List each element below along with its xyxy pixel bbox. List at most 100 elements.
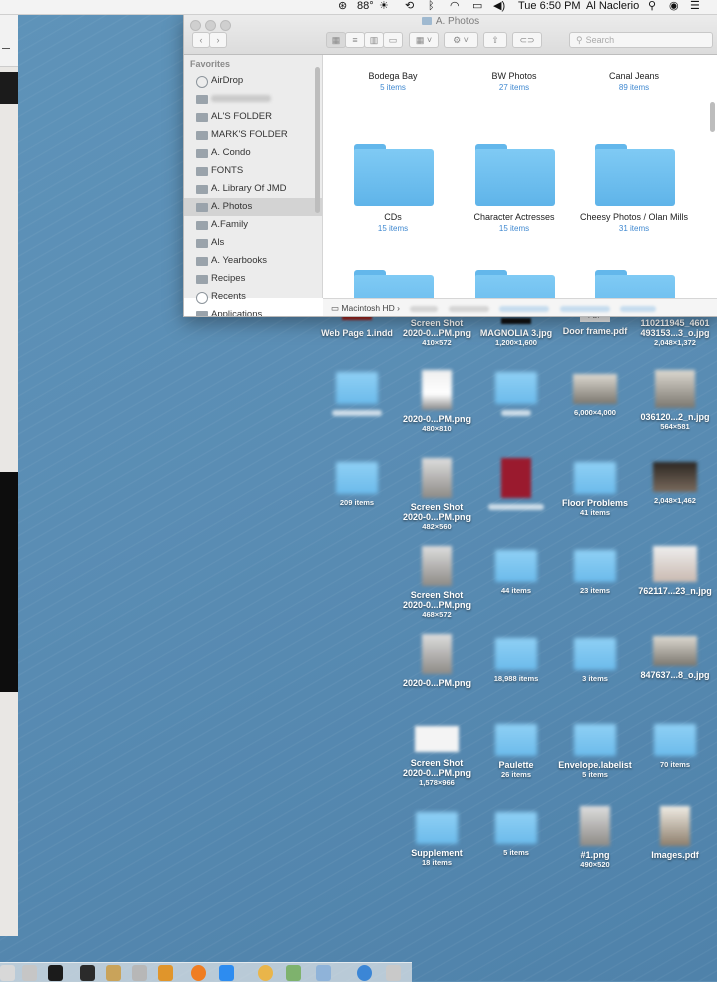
folder-icon[interactable] bbox=[595, 270, 675, 298]
desktop-folder[interactable] bbox=[477, 372, 555, 418]
content-scrollbar[interactable] bbox=[710, 102, 715, 132]
sidebar-item-a-library-of-jmd[interactable]: A. Library Of JMD bbox=[184, 180, 322, 198]
sidebar-scrollbar[interactable] bbox=[315, 67, 320, 213]
desktop-file[interactable]: 2020-0...PM.png bbox=[398, 634, 476, 688]
tags-button[interactable]: ⊂⊃ bbox=[512, 32, 542, 48]
adobe-cc-icon[interactable]: ⊛ bbox=[338, 0, 347, 13]
sidebar-item-a-family[interactable]: A.Family bbox=[184, 216, 322, 234]
folder-icon[interactable] bbox=[475, 144, 555, 206]
folder-icon[interactable] bbox=[354, 144, 434, 206]
sidebar-item-airdrop[interactable]: AirDrop bbox=[184, 72, 322, 90]
terminal-icon[interactable] bbox=[80, 965, 95, 981]
action-gear-button[interactable]: ⚙ ˅ bbox=[444, 32, 478, 48]
desktop-file[interactable]: 2,048×1,462 bbox=[636, 462, 714, 506]
sidebar-item-a-photos[interactable]: A. Photos bbox=[184, 198, 322, 216]
desktop-file[interactable]: Images.pdf bbox=[636, 806, 714, 860]
icon-view-button[interactable]: ▦ bbox=[326, 32, 346, 48]
volume-icon[interactable]: ◀) bbox=[493, 0, 505, 13]
trash-icon[interactable] bbox=[386, 965, 401, 981]
background-window[interactable] bbox=[0, 14, 18, 936]
airplay-icon[interactable]: ▭ bbox=[472, 0, 482, 13]
safari-icon[interactable] bbox=[357, 965, 372, 981]
list-view-button[interactable]: ≡ bbox=[345, 32, 365, 48]
desktop-file[interactable]: 6,000×4,000 bbox=[556, 374, 634, 418]
folder-icon[interactable] bbox=[595, 144, 675, 206]
desktop-folder[interactable]: Supplement 18 items bbox=[398, 812, 476, 868]
zoom-icon[interactable] bbox=[219, 965, 234, 981]
finder-icon[interactable] bbox=[0, 965, 15, 981]
desktop-folder[interactable]: 23 items bbox=[556, 550, 634, 596]
folder-icon[interactable] bbox=[354, 270, 434, 298]
desktop-file[interactable]: Screen Shot 2020-0...PM.png 1,578×966 bbox=[398, 726, 476, 788]
sidebar-item-fonts[interactable]: FONTS bbox=[184, 162, 322, 180]
desktop-folder[interactable]: 18,988 items bbox=[477, 638, 555, 684]
sidebar-item-marks-folder[interactable]: MARK'S FOLDER bbox=[184, 126, 322, 144]
folder-item[interactable]: CDs 15 items bbox=[333, 212, 453, 234]
search-field[interactable]: ⚲ Search bbox=[569, 32, 713, 48]
path-segment[interactable] bbox=[410, 305, 439, 312]
forward-button[interactable]: › bbox=[209, 32, 227, 48]
desktop-file[interactable] bbox=[477, 458, 555, 512]
app-icon[interactable] bbox=[132, 965, 147, 981]
share-button[interactable]: ⇧ bbox=[483, 32, 507, 48]
folder-item[interactable]: BW Photos 27 items bbox=[454, 71, 574, 93]
sidebar-item-applications[interactable]: Applications bbox=[184, 306, 322, 316]
gallery-view-button[interactable]: ▭ bbox=[383, 32, 403, 48]
desktop-folder[interactable]: 44 items bbox=[477, 550, 555, 596]
path-segment[interactable] bbox=[559, 305, 610, 312]
app-icon[interactable] bbox=[191, 965, 206, 981]
desktop-folder[interactable]: 5 items bbox=[477, 812, 555, 858]
app-icon[interactable] bbox=[106, 965, 121, 981]
weather-icon[interactable]: ☀ bbox=[379, 0, 389, 13]
column-view-button[interactable]: ▥ bbox=[364, 32, 384, 48]
desktop-file[interactable]: Screen Shot 2020-0...PM.png 482×560 bbox=[398, 458, 476, 532]
path-segment[interactable] bbox=[619, 305, 656, 312]
launchpad-icon[interactable] bbox=[22, 965, 37, 981]
desktop-file[interactable]: 762117...23_n.jpg bbox=[636, 546, 714, 596]
folder-item[interactable]: Character Actresses 15 items bbox=[454, 212, 574, 234]
folder-item[interactable]: Bodega Bay 5 items bbox=[333, 71, 453, 93]
sidebar-item-home[interactable] bbox=[184, 90, 322, 108]
sidebar-item-a-yearbooks[interactable]: A. Yearbooks bbox=[184, 252, 322, 270]
menu-list-icon[interactable]: ☰ bbox=[690, 0, 700, 13]
app-icon[interactable] bbox=[286, 965, 301, 981]
siri-icon[interactable]: ◉ bbox=[669, 0, 679, 13]
desktop-file[interactable]: Screen Shot 2020-0...PM.png 410×572 bbox=[398, 318, 476, 348]
desktop-file[interactable]: 2020-0...PM.png 480×810 bbox=[398, 370, 476, 434]
user-name[interactable]: Al Naclerio bbox=[586, 0, 639, 13]
desktop-file[interactable]: 110211945_4601 493153...3_o.jpg 2,048×1,… bbox=[636, 318, 714, 348]
time-machine-icon[interactable]: ⟲ bbox=[405, 0, 414, 13]
desktop-file[interactable]: 036120...2_n.jpg 564×581 bbox=[636, 370, 714, 432]
sidebar-item-recipes[interactable]: Recipes bbox=[184, 270, 322, 288]
clock-text[interactable]: Tue 6:50 PM bbox=[518, 0, 581, 13]
desktop-folder[interactable]: Paulette 26 items bbox=[477, 724, 555, 780]
back-button[interactable]: ‹ bbox=[192, 32, 210, 48]
desktop-file[interactable]: #1.png 490×520 bbox=[556, 806, 634, 870]
temperature-text[interactable]: 88° bbox=[357, 0, 374, 13]
bluetooth-icon[interactable]: ᛒ bbox=[428, 0, 435, 13]
desktop-file[interactable]: 847637...8_o.jpg bbox=[636, 636, 714, 680]
folder-item[interactable]: Canal Jeans 89 items bbox=[574, 71, 694, 93]
path-segment[interactable] bbox=[499, 305, 550, 312]
desktop-folder[interactable]: 209 items bbox=[318, 462, 396, 508]
desktop-folder[interactable]: Floor Problems 41 items bbox=[556, 462, 634, 518]
desktop-folder[interactable]: 3 items bbox=[556, 638, 634, 684]
desktop-file[interactable]: MAGNOLIA 3.jpg 1,200×1,600 bbox=[477, 318, 555, 348]
path-root[interactable]: Macintosh HD bbox=[341, 303, 394, 313]
folder-icon[interactable] bbox=[475, 270, 555, 298]
path-segment[interactable] bbox=[448, 305, 489, 312]
desktop-file[interactable]: Screen Shot 2020-0...PM.png 468×572 bbox=[398, 546, 476, 620]
sidebar-item-recents[interactable]: Recents bbox=[184, 288, 322, 306]
group-button[interactable]: ▦ ˅ bbox=[409, 32, 439, 48]
wifi-icon[interactable]: ◠ bbox=[450, 0, 460, 13]
folder-item[interactable]: Cheesy Photos / Olan Mills 31 items bbox=[574, 212, 694, 234]
desktop-folder[interactable]: 70 items bbox=[636, 724, 714, 770]
sidebar-item-als[interactable]: Als bbox=[184, 234, 322, 252]
desktop-folder[interactable]: Envelope.labelist 5 items bbox=[556, 724, 634, 780]
app-icon[interactable] bbox=[158, 965, 173, 981]
desktop-folder[interactable] bbox=[318, 372, 396, 418]
search-icon[interactable]: ⚲ bbox=[648, 0, 656, 13]
sidebar-item-a-condo[interactable]: A. Condo bbox=[184, 144, 322, 162]
app-icon[interactable] bbox=[316, 965, 331, 981]
app-icon[interactable] bbox=[258, 965, 273, 981]
